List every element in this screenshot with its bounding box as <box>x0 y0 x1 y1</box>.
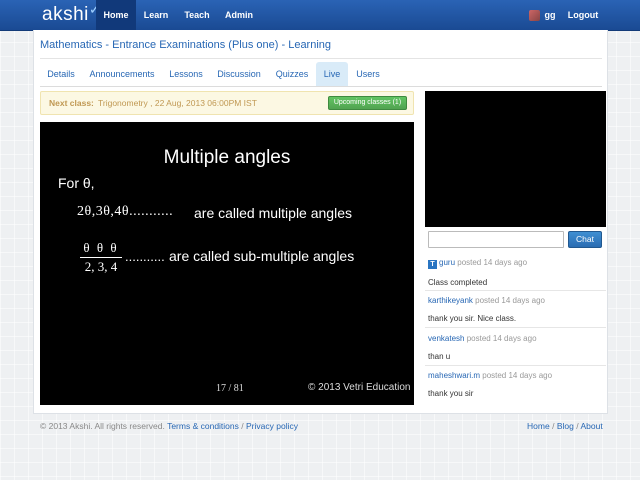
tab-live[interactable]: Live <box>316 62 348 86</box>
fraction-bar <box>80 257 122 258</box>
next-class-text: Trigonometry , 22 Aug, 2013 06:00PM IST <box>98 98 257 108</box>
privacy-link[interactable]: Privacy policy <box>246 421 298 431</box>
footer-separator: / <box>552 421 555 431</box>
chat-message-text: Class completed <box>428 278 488 287</box>
brand-logo[interactable]: akshi✓ <box>42 1 101 26</box>
upcoming-classes-button[interactable]: Upcoming classes (1) <box>328 96 407 110</box>
user-avatar[interactable] <box>529 10 540 21</box>
tab-quizzes[interactable]: Quizzes <box>268 62 316 86</box>
nav-teach[interactable]: Teach <box>176 0 218 31</box>
slide-intro: For θ, <box>58 175 95 191</box>
chat-message-meta: posted 14 days ago <box>480 371 553 380</box>
tab-discussion[interactable]: Discussion <box>210 62 268 86</box>
footer-about-link[interactable]: About <box>580 421 602 431</box>
chat-divider <box>425 365 606 366</box>
chat-message-user[interactable]: karthikeyank <box>428 296 473 305</box>
fraction-denominator: 2, 3, 4 <box>84 259 118 274</box>
footer-left: © 2013 Akshi. All rights reserved. Terms… <box>40 421 298 431</box>
chat-message-user[interactable]: venkatesh <box>428 334 464 343</box>
chat-message-text: thank you sir <box>428 389 474 398</box>
user-name[interactable]: gg <box>541 0 559 31</box>
chat-input[interactable] <box>428 231 564 248</box>
fraction-numerator: θ θ θ <box>83 240 119 255</box>
tab-lessons[interactable]: Lessons <box>162 62 210 86</box>
nav-admin[interactable]: Admin <box>218 0 260 31</box>
chat-divider <box>425 327 606 328</box>
brand-name: akshi <box>42 4 89 25</box>
chat-message-meta: posted 14 days ago <box>464 334 537 343</box>
chat-message-user[interactable]: guru <box>439 258 455 267</box>
slide-submultiple-dots: ........... <box>125 249 165 264</box>
chat-message-text: thank you sir. Nice class. <box>428 314 517 323</box>
page-title: Mathematics - Entrance Examinations (Plu… <box>40 39 332 51</box>
teacher-badge-icon: T <box>428 260 437 269</box>
slide-multiple-angles-math: 2θ,3θ,4θ........... <box>77 204 174 219</box>
footer-copyright: © 2013 Akshi. All rights reserved. <box>40 421 165 431</box>
top-navbar: akshi✓ Home Learn Teach Admin gg Logout <box>0 0 640 31</box>
live-video-player[interactable] <box>425 91 606 227</box>
chat-divider <box>425 290 606 291</box>
chat-message: maheshwari.m posted 14 days ago thank yo… <box>428 371 604 398</box>
tabs-divider <box>40 86 602 87</box>
slide-copyright: © 2013 Vetri Education <box>308 382 411 393</box>
slide-heading: Multiple angles <box>163 147 291 168</box>
next-class-label: Next class: <box>49 98 94 108</box>
next-class-banner: Next class: Trigonometry , 22 Aug, 2013 … <box>40 91 414 115</box>
slide-page-counter: 17 / 81 <box>216 383 244 394</box>
footer-home-link[interactable]: Home <box>527 421 550 431</box>
presentation-slide: Multiple angles For θ, 2θ,3θ,4θ.........… <box>40 122 414 405</box>
title-divider <box>40 58 602 59</box>
footer-separator: / <box>576 421 579 431</box>
tab-details[interactable]: Details <box>40 62 82 86</box>
footer-separator: / <box>241 421 244 431</box>
slide-multiple-angles-text: are called multiple angles <box>194 205 352 221</box>
chat-message: venkatesh posted 14 days ago than u <box>428 334 604 361</box>
chat-message-user[interactable]: maheshwari.m <box>428 371 480 380</box>
logout-link[interactable]: Logout <box>563 0 603 31</box>
chat-button[interactable]: Chat <box>568 231 602 248</box>
chat-message: Tguru posted 14 days ago Class completed <box>428 258 604 287</box>
nav-learn[interactable]: Learn <box>136 0 176 31</box>
chat-message: karthikeyank posted 14 days ago thank yo… <box>428 296 604 323</box>
terms-link[interactable]: Terms & conditions <box>167 421 239 431</box>
footer-right: Home / Blog / About <box>527 421 603 431</box>
chat-message-text: than u <box>428 352 451 361</box>
chat-message-meta: posted 14 days ago <box>472 296 545 305</box>
slide-submultiple-text: are called sub-multiple angles <box>169 248 355 264</box>
nav-home[interactable]: Home <box>96 0 136 31</box>
footer-blog-link[interactable]: Blog <box>557 421 574 431</box>
chat-message-meta: posted 14 days ago <box>455 258 528 267</box>
tab-users[interactable]: Users <box>348 62 388 86</box>
tab-announcements[interactable]: Announcements <box>82 62 162 86</box>
slide-fraction: θ θ θ 2, 3, 4 <box>80 240 122 275</box>
